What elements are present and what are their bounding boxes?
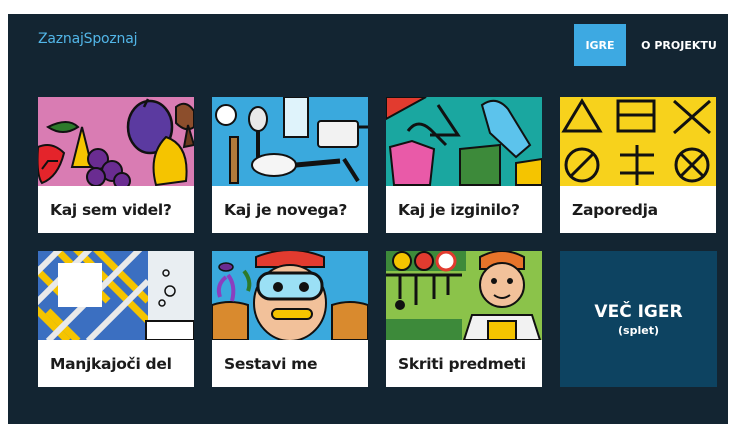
game-label: Kaj je novega? (212, 186, 368, 233)
game-label: Sestavi me (212, 340, 368, 387)
more-games-tile[interactable]: VEČ IGER (splet) (560, 251, 717, 387)
game-tile-sequences[interactable]: Zaporedja (560, 97, 716, 233)
brand-title[interactable]: ZaznajSpoznaj (38, 31, 137, 47)
more-games-title: VEČ IGER (594, 301, 683, 322)
pattern-illustration (38, 251, 194, 340)
game-tile-hidden-objects[interactable]: Skriti predmeti (386, 251, 542, 387)
game-label: Kaj sem videl? (38, 186, 194, 233)
app-window: ZaznajSpoznaj IGRE O PROJEKTU Kaj sem vi… (8, 14, 728, 424)
more-games-subtitle: (splet) (618, 323, 659, 337)
game-label: Skriti predmeti (386, 340, 542, 387)
fruit-illustration (38, 97, 194, 186)
kitchen-illustration (212, 97, 368, 186)
game-label: Manjkajoči del (38, 340, 194, 387)
game-tile-missing-part[interactable]: Manjkajoči del (38, 251, 194, 387)
shapes-illustration (560, 97, 716, 186)
nav-about-tab[interactable]: O PROJEKTU (636, 24, 722, 66)
game-tile-assemble-me[interactable]: Sestavi me (212, 251, 368, 387)
nav-games-tab[interactable]: IGRE (574, 24, 626, 66)
game-label: Kaj je izginilo? (386, 186, 542, 233)
game-tile-what-disappeared[interactable]: Kaj je izginilo? (386, 97, 542, 233)
game-tile-what-is-new[interactable]: Kaj je novega? (212, 97, 368, 233)
game-label: Zaporedja (560, 186, 716, 233)
clothes-illustration (386, 97, 542, 186)
diver-illustration (212, 251, 368, 340)
game-tile-what-did-i-see[interactable]: Kaj sem videl? (38, 97, 194, 233)
kitchen-boy-illustration (386, 251, 542, 340)
